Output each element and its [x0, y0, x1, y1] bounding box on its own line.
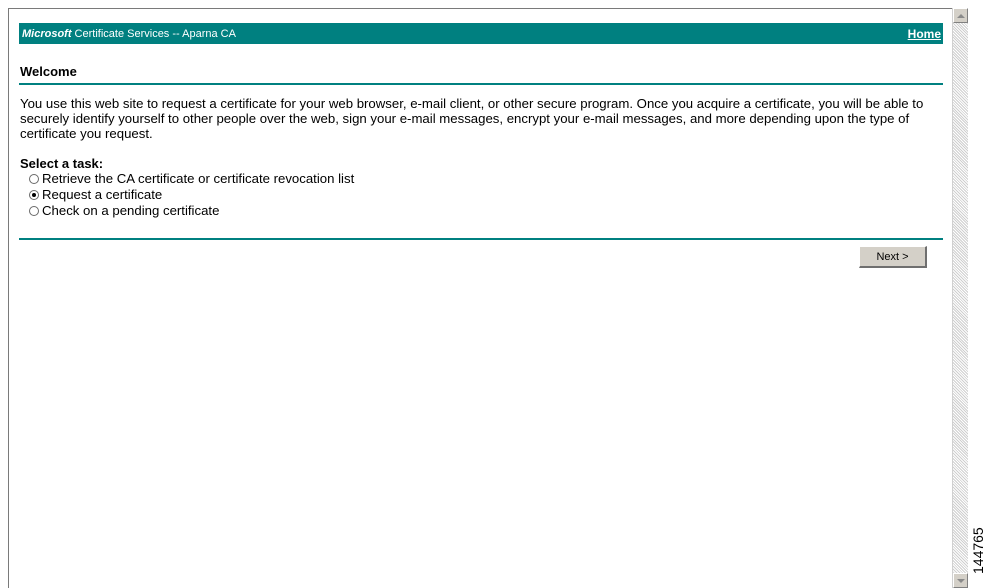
certificate-services-page: Microsoft Certificate Services -- Aparna…	[19, 23, 943, 269]
scroll-down-button[interactable]	[953, 573, 968, 588]
vertical-scrollbar[interactable]	[952, 8, 968, 588]
task-option-label: Retrieve the CA certificate or certifica…	[42, 171, 355, 186]
radio-button-icon[interactable]	[29, 206, 39, 216]
chevron-down-icon	[956, 578, 965, 583]
service-title: Certificate Services -- Aparna CA	[71, 27, 236, 40]
header-title: Microsoft Certificate Services -- Aparna…	[22, 28, 236, 40]
welcome-heading: Welcome	[19, 64, 943, 85]
radio-button-icon[interactable]	[29, 190, 39, 200]
brand-name: Microsoft	[22, 27, 72, 40]
task-option-request-certificate[interactable]: Request a certificate	[29, 187, 943, 203]
task-options: Retrieve the CA certificate or certifica…	[29, 171, 943, 219]
section-divider	[19, 238, 943, 240]
task-option-label: Request a certificate	[42, 187, 163, 202]
radio-button-icon[interactable]	[29, 174, 39, 184]
task-option-retrieve-ca[interactable]: Retrieve the CA certificate or certifica…	[29, 171, 943, 187]
action-bar: Next >	[19, 245, 943, 269]
task-option-check-pending[interactable]: Check on a pending certificate	[29, 203, 943, 219]
scroll-up-button[interactable]	[953, 8, 968, 23]
intro-text: You use this web site to request a certi…	[20, 96, 924, 141]
chevron-up-icon	[956, 13, 965, 18]
browser-content-area: Microsoft Certificate Services -- Aparna…	[8, 8, 952, 588]
figure-number: 144765	[970, 527, 986, 574]
next-button[interactable]: Next >	[859, 246, 927, 268]
home-link[interactable]: Home	[908, 27, 941, 41]
task-option-label: Check on a pending certificate	[42, 203, 220, 218]
header-bar: Microsoft Certificate Services -- Aparna…	[19, 23, 943, 44]
task-title: Select a task:	[20, 156, 104, 171]
